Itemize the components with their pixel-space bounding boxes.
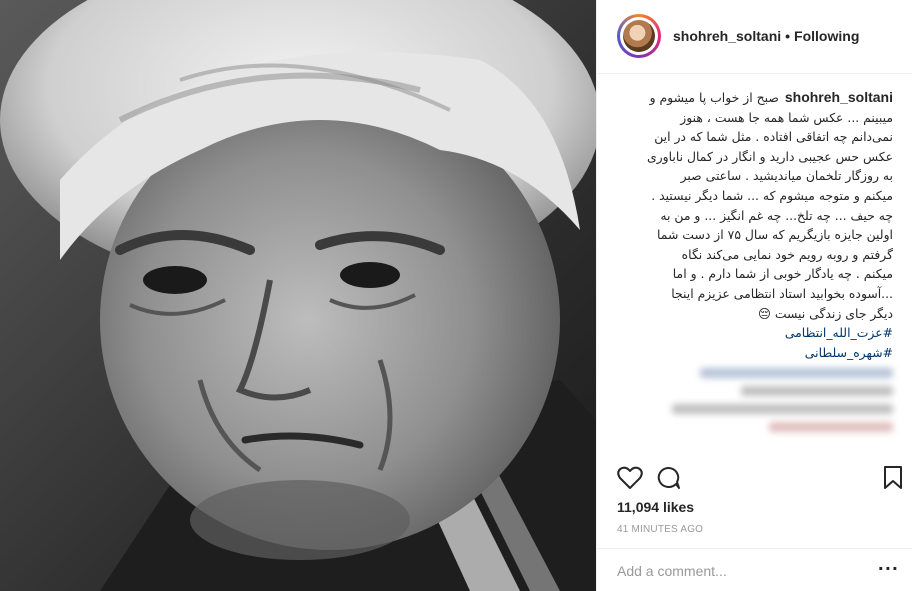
comment-input[interactable] <box>617 561 867 581</box>
post-caption: shohreh_soltani صبح از خواب پا میشوم و م… <box>617 88 893 362</box>
portrait-image <box>0 0 596 591</box>
action-bar <box>597 466 912 492</box>
caption-line: صبح از خواب پا میشوم و <box>649 90 779 105</box>
hashtag-link[interactable]: #شهره_سلطانی <box>617 343 893 363</box>
comment-icon[interactable] <box>655 466 681 494</box>
caption-line: چه حیف ... چه تلخ... چه غم انگیز ... و م… <box>660 207 893 223</box>
post-sidebar: shohreh_soltani • Following shohreh_soltan… <box>596 0 912 591</box>
heart-icon[interactable] <box>617 466 643 494</box>
bookmark-icon[interactable] <box>883 466 903 494</box>
caption-username[interactable]: shohreh_soltani <box>785 88 893 108</box>
caption-line: ...آسوده بخوابید استاد انتظامی عزیزم این… <box>671 285 893 301</box>
caption-line: گرفتم و روبه رویم خود نمایی می‌کند نگاه <box>681 246 893 262</box>
avatar[interactable] <box>617 14 661 58</box>
caption-line: میکنم . چه یادگار خوبی از شما دارم . و ا… <box>672 266 893 282</box>
caption-line: اولین جایزه بازیگریم که سال ۷۵ از دست شم… <box>657 227 893 243</box>
caption-line: عکس حس عجیبی دارید و انگار در کمال ناباو… <box>646 148 893 164</box>
comment-bar: ··· <box>597 548 912 591</box>
likes-count[interactable]: 11,094 likes <box>617 499 694 515</box>
header-username[interactable]: shohreh_soltani <box>673 28 781 44</box>
follow-status-button[interactable]: Following <box>794 28 859 44</box>
blurred-comments <box>617 368 893 458</box>
caption-line: میبینم ... عکس شما همه جا هست ، هنوز <box>680 109 893 125</box>
caption-line: به روزگار تلخمان میاندیشید . ساعتی صبر <box>680 168 893 184</box>
header-separator: • <box>785 28 791 44</box>
post-photo[interactable] <box>0 0 596 591</box>
more-options-button[interactable]: ··· <box>878 559 899 578</box>
hashtag-link[interactable]: #عزت_الله_انتظامی <box>617 323 893 343</box>
caption-line: دیگر جای زندگی نیست 😔 <box>757 305 893 321</box>
caption-line: میکنم و متوجه میشوم که ... شما دیگر نیست… <box>651 187 893 203</box>
post-header: shohreh_soltani • Following <box>597 0 912 74</box>
caption-line: نمی‌دانم چه اتفاقی افتاده . مثل شما که د… <box>654 129 893 145</box>
post-timestamp: 41 MINUTES AGO <box>617 524 704 535</box>
